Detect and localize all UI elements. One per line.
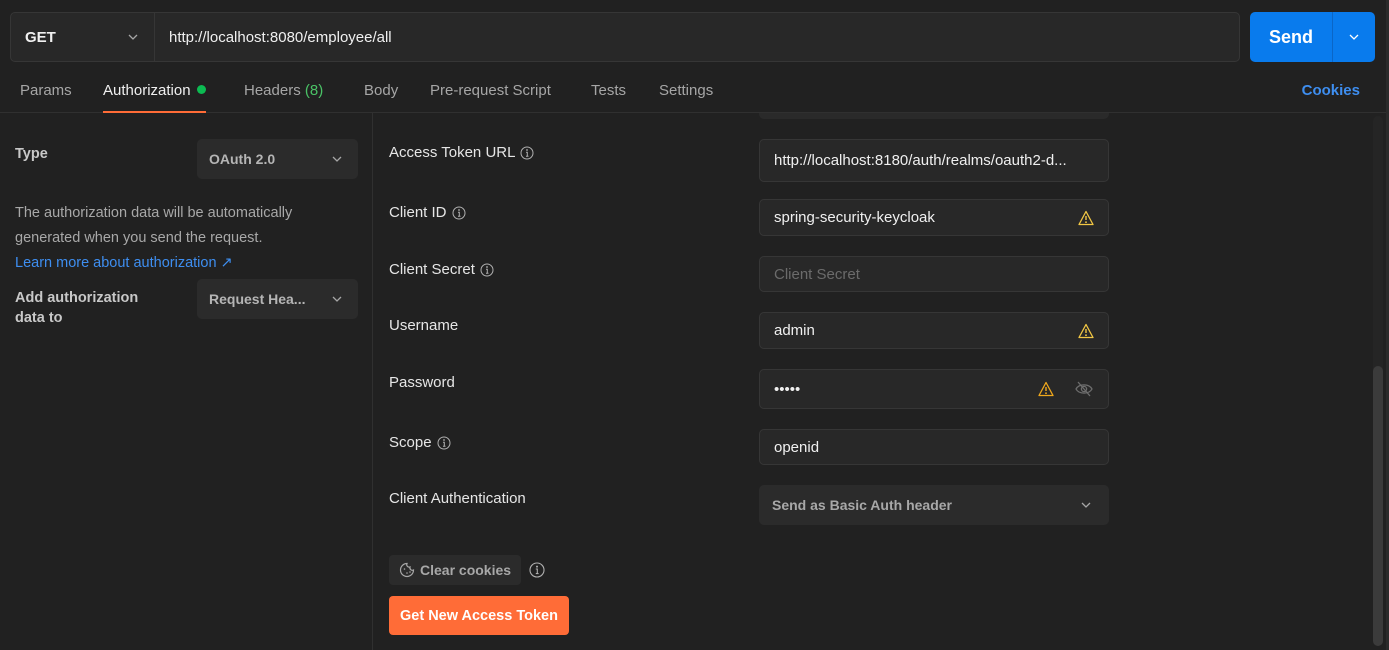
- username-label-text: Username: [389, 317, 459, 334]
- warning-icon[interactable]: [1038, 381, 1054, 397]
- client-id-label-text: Client ID: [389, 204, 447, 221]
- info-icon[interactable]: [520, 146, 534, 160]
- get-new-access-token-button[interactable]: Get New Access Token: [389, 596, 569, 635]
- auth-type-panel: Type OAuth 2.0 The authorization data wi…: [0, 113, 373, 650]
- oauth-config-panel: Access Token URL http://localhost:8180/a…: [374, 113, 1374, 650]
- add-auth-to-label-line1: Add authorization: [15, 290, 139, 306]
- warning-icon[interactable]: [1078, 323, 1094, 339]
- auth-type-select[interactable]: OAuth 2.0: [197, 139, 358, 179]
- access-token-url-label: Access Token URL: [389, 144, 534, 161]
- cookies-link[interactable]: Cookies: [1302, 82, 1360, 99]
- tab-pre-request-script[interactable]: Pre-request Script: [430, 82, 551, 113]
- tab-params[interactable]: Params: [20, 82, 72, 113]
- client-secret-label-text: Client Secret: [389, 261, 475, 278]
- method-label: GET: [25, 28, 56, 46]
- tab-label: Body: [364, 82, 399, 99]
- clear-cookies-label: Clear cookies: [420, 562, 512, 578]
- client-authentication-label: Client Authentication: [389, 490, 526, 507]
- client-secret-input[interactable]: Client Secret: [759, 256, 1109, 292]
- scope-label-text: Scope: [389, 434, 432, 451]
- chevron-down-icon: [1079, 498, 1093, 512]
- add-auth-to-select[interactable]: Request Hea...: [197, 279, 358, 319]
- tab-body[interactable]: Body: [364, 82, 398, 113]
- username-label: Username: [389, 317, 458, 334]
- request-tabs: Params Authorization Headers (8) Body Pr…: [0, 72, 1389, 113]
- send-options-button[interactable]: [1332, 12, 1375, 62]
- add-auth-to-label-line2: data to: [15, 310, 63, 326]
- method-select[interactable]: GET: [11, 13, 155, 61]
- client-id-value: spring-security-keycloak: [774, 209, 935, 226]
- scope-input[interactable]: openid: [759, 429, 1109, 465]
- clear-cookies-button[interactable]: Clear cookies: [389, 555, 522, 585]
- access-token-url-label-text: Access Token URL: [389, 144, 516, 161]
- client-id-input[interactable]: spring-security-keycloak: [759, 199, 1109, 236]
- learn-more-link[interactable]: Learn more about authorization ↗: [15, 254, 233, 272]
- headers-count-badge: (8): [304, 82, 324, 99]
- info-icon[interactable]: [480, 263, 494, 277]
- password-label-text: Password: [389, 374, 455, 391]
- tab-headers[interactable]: Headers (8): [244, 82, 323, 113]
- tab-label: Authorization: [103, 82, 191, 99]
- request-url-bar: GET: [10, 12, 1240, 62]
- add-auth-to-label: Add authorization data to: [15, 288, 138, 328]
- tab-authorization[interactable]: Authorization: [103, 82, 206, 113]
- client-authentication-label-text: Client Authentication: [389, 490, 526, 507]
- password-value: •••••: [774, 380, 801, 398]
- type-label: Type: [15, 146, 48, 162]
- add-auth-to-value: Request Hea...: [209, 291, 306, 307]
- send-button-group: Send: [1250, 12, 1375, 62]
- client-secret-label: Client Secret: [389, 261, 494, 278]
- partial-input-above[interactable]: [759, 113, 1109, 119]
- scrollbar-thumb[interactable]: [1373, 366, 1383, 646]
- tab-label: Headers: [244, 82, 301, 99]
- client-authentication-select[interactable]: Send as Basic Auth header: [759, 485, 1109, 525]
- access-token-url-input[interactable]: http://localhost:8180/auth/realms/oauth2…: [759, 139, 1109, 182]
- password-label: Password: [389, 374, 455, 391]
- chevron-down-icon: [330, 152, 344, 166]
- warning-icon[interactable]: [1078, 210, 1094, 226]
- auth-description: The authorization data will be automatic…: [15, 201, 355, 276]
- auth-type-value: OAuth 2.0: [209, 151, 276, 167]
- info-icon[interactable]: [529, 562, 545, 578]
- chevron-down-icon: [1347, 30, 1361, 44]
- username-input[interactable]: admin: [759, 312, 1109, 349]
- info-icon[interactable]: [452, 206, 466, 220]
- url-input[interactable]: [155, 13, 1239, 61]
- tab-label: Tests: [591, 82, 627, 99]
- chevron-down-icon: [330, 292, 344, 306]
- scope-value: openid: [774, 438, 820, 456]
- client-secret-placeholder: Client Secret: [774, 265, 860, 283]
- info-icon[interactable]: [437, 436, 451, 450]
- tab-label: Settings: [659, 82, 714, 99]
- password-input[interactable]: •••••: [759, 369, 1109, 409]
- send-button[interactable]: Send: [1250, 12, 1332, 62]
- tab-label: Params: [20, 82, 72, 99]
- tab-tests[interactable]: Tests: [591, 82, 626, 113]
- client-id-label: Client ID: [389, 204, 466, 221]
- chevron-down-icon: [126, 30, 140, 44]
- auth-description-text: The authorization data will be automatic…: [15, 205, 293, 246]
- scope-label: Scope: [389, 434, 451, 451]
- status-dot-icon: [196, 85, 206, 94]
- tab-settings[interactable]: Settings: [659, 82, 713, 113]
- username-value: admin: [774, 322, 815, 339]
- access-token-url-value: http://localhost:8180/auth/realms/oauth2…: [774, 152, 1067, 169]
- eye-off-icon[interactable]: [1074, 380, 1094, 398]
- cookie-icon: [399, 562, 415, 578]
- client-authentication-value: Send as Basic Auth header: [772, 497, 952, 513]
- tab-label: Pre-request Script: [430, 82, 551, 99]
